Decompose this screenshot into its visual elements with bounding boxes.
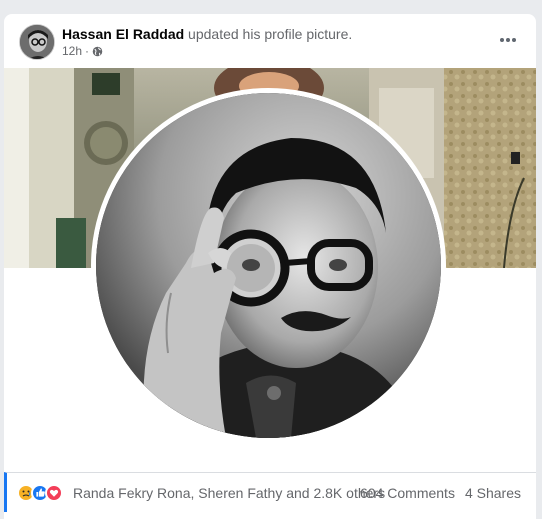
reactions-bar: Randa Fekry Rona, Sheren Fathy and 2.8K …	[4, 472, 536, 512]
reaction-icons[interactable]	[17, 483, 63, 502]
post-action-text: updated his profile picture.	[188, 26, 353, 42]
post-meta: 12h ·	[62, 44, 103, 58]
profile-picture-image	[96, 93, 441, 438]
more-options-icon	[500, 38, 516, 42]
comments-count[interactable]: 604 Comments	[360, 485, 455, 501]
post-card: Hassan El Raddad updated his profile pic…	[4, 14, 536, 519]
profile-picture[interactable]	[91, 88, 446, 443]
post-header: Hassan El Raddad updated his profile pic…	[4, 14, 536, 68]
love-reaction-icon	[45, 483, 63, 502]
shares-count[interactable]: 4 Shares	[465, 485, 521, 501]
reaction-names[interactable]: Randa Fekry Rona, Sheren Fathy and 2.8K …	[73, 485, 385, 501]
author-name[interactable]: Hassan El Raddad	[62, 26, 184, 42]
more-options-button[interactable]	[494, 30, 522, 50]
author-line: Hassan El Raddad updated his profile pic…	[62, 26, 352, 42]
meta-separator: ·	[85, 44, 90, 58]
post-time[interactable]: 12h	[62, 44, 82, 58]
engagement-counts: 604 Comments 4 Shares	[360, 485, 521, 501]
globe-icon[interactable]	[92, 46, 103, 57]
author-avatar[interactable]	[19, 24, 55, 60]
